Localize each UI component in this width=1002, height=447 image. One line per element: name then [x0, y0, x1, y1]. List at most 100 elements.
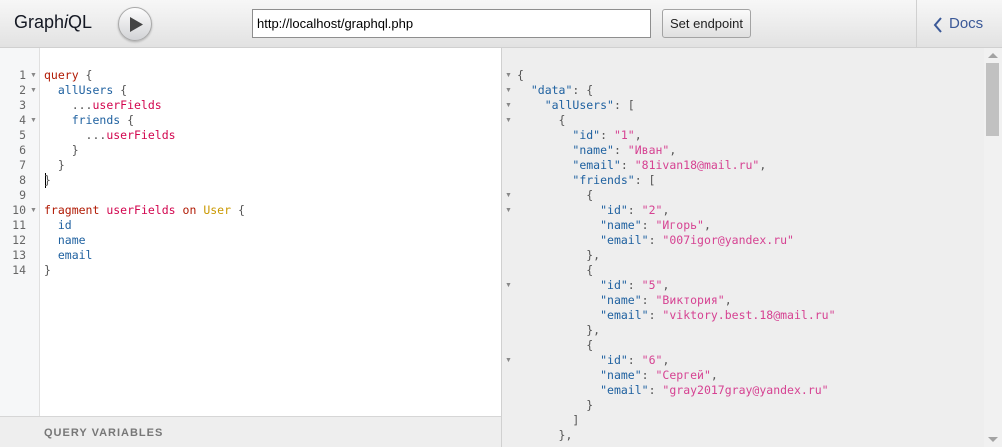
code-token: "email"	[600, 233, 649, 247]
code-token: {	[78, 68, 93, 82]
code-token: "email"	[600, 308, 649, 322]
fold-arrow-icon[interactable]: ▼	[30, 68, 37, 83]
code-token: "6"	[641, 353, 663, 367]
code-line: "name": "Виктория",	[517, 293, 732, 308]
code-line: },	[517, 248, 600, 263]
code-line: "name": "Сергей",	[517, 368, 718, 383]
code-line: "id": "1",	[517, 128, 641, 143]
fold-arrow-icon[interactable]: ▼	[505, 188, 512, 203]
code-token: userFields	[92, 98, 162, 112]
fold-arrow-icon[interactable]: ▼	[505, 113, 512, 128]
app-title-suffix: QL	[68, 12, 93, 32]
endpoint-url-input[interactable]	[252, 9, 651, 38]
line-number: 1	[19, 68, 26, 82]
code-token: :	[641, 218, 656, 232]
line-number: 7	[19, 158, 26, 172]
code-token: {	[517, 338, 594, 352]
execute-query-button[interactable]	[118, 7, 152, 41]
code-token: "data"	[530, 83, 573, 97]
code-token: :	[627, 203, 642, 217]
code-token: "name"	[600, 293, 642, 307]
code-token: },	[517, 428, 573, 442]
code-token: "1"	[613, 128, 635, 142]
line-number: 10	[12, 203, 26, 217]
code-line: "email": "81ivan18@mail.ru",	[517, 158, 766, 173]
code-token: ,	[662, 278, 670, 292]
code-line: "id": "5",	[517, 278, 669, 293]
fold-arrow-icon[interactable]: ▼	[30, 113, 37, 128]
set-endpoint-button[interactable]: Set endpoint	[662, 9, 751, 38]
code-token: "gray2017gray@yandex.ru"	[662, 383, 829, 397]
code-line: ]	[517, 413, 579, 428]
code-token: "id"	[600, 203, 628, 217]
code-token: :	[641, 293, 656, 307]
code-line: {	[517, 188, 593, 203]
code-token: "allUsers"	[544, 98, 614, 112]
scroll-up-arrow-icon[interactable]	[988, 53, 998, 58]
play-icon	[130, 17, 143, 32]
code-token: {	[113, 83, 128, 97]
code-token: {	[517, 68, 524, 82]
code-token: "name"	[600, 218, 642, 232]
fold-arrow-icon[interactable]: ▼	[30, 203, 37, 218]
code-token: name	[57, 233, 86, 247]
code-token: :	[648, 383, 663, 397]
docs-button[interactable]: Docs	[917, 0, 1002, 47]
code-token: userFields	[106, 128, 176, 142]
line-number: 9	[19, 188, 26, 202]
fold-arrow-icon[interactable]: ▼	[505, 353, 512, 368]
app-title: GraphiQL	[14, 12, 92, 33]
code-line: "email": "viktory.best.18@mail.ru"	[517, 308, 835, 323]
app-title-prefix: Graph	[14, 12, 65, 32]
code-line: "name": "Игорь",	[517, 218, 711, 233]
code-token: :	[620, 158, 635, 172]
code-line: name	[44, 233, 86, 248]
fold-arrow-icon[interactable]: ▼	[30, 83, 37, 98]
fold-arrow-icon[interactable]: ▼	[505, 203, 512, 218]
code-line: }	[44, 173, 51, 188]
result-scrollbar-thumb[interactable]	[986, 63, 999, 136]
code-token: }	[44, 263, 51, 277]
code-token: "2"	[641, 203, 663, 217]
code-token: "Сергей"	[655, 368, 711, 382]
code-token: "007igor@yandex.ru"	[662, 233, 794, 247]
code-token: :	[641, 368, 656, 382]
code-token: allUsers	[57, 83, 114, 97]
fold-arrow-icon[interactable]: ▼	[505, 68, 512, 83]
query-variables-bar[interactable]: QUERY VARIABLES	[0, 416, 501, 447]
line-number: 14	[12, 263, 26, 277]
code-line: {	[517, 263, 593, 278]
code-token: "email"	[572, 158, 621, 172]
scroll-down-arrow-icon[interactable]	[988, 437, 998, 442]
code-token: }	[44, 143, 79, 157]
code-token: ,	[662, 203, 670, 217]
code-token: :	[648, 233, 663, 247]
code-token: }	[44, 158, 65, 172]
code-token: {	[120, 113, 135, 127]
code-line: "id": "2",	[517, 203, 669, 218]
fold-arrow-icon[interactable]: ▼	[505, 278, 512, 293]
line-number: 13	[12, 248, 26, 262]
code-line: ...userFields	[44, 98, 162, 113]
fold-arrow-icon[interactable]: ▼	[505, 98, 512, 113]
fold-arrow-icon[interactable]: ▼	[505, 83, 512, 98]
code-line: "email": "gray2017gray@yandex.ru"	[517, 383, 829, 398]
code-token: "81ivan18@mail.ru"	[634, 158, 760, 172]
code-token: "friends"	[572, 173, 635, 187]
code-token: :	[600, 128, 614, 142]
code-token: {	[517, 113, 566, 127]
code-token: "id"	[600, 278, 628, 292]
